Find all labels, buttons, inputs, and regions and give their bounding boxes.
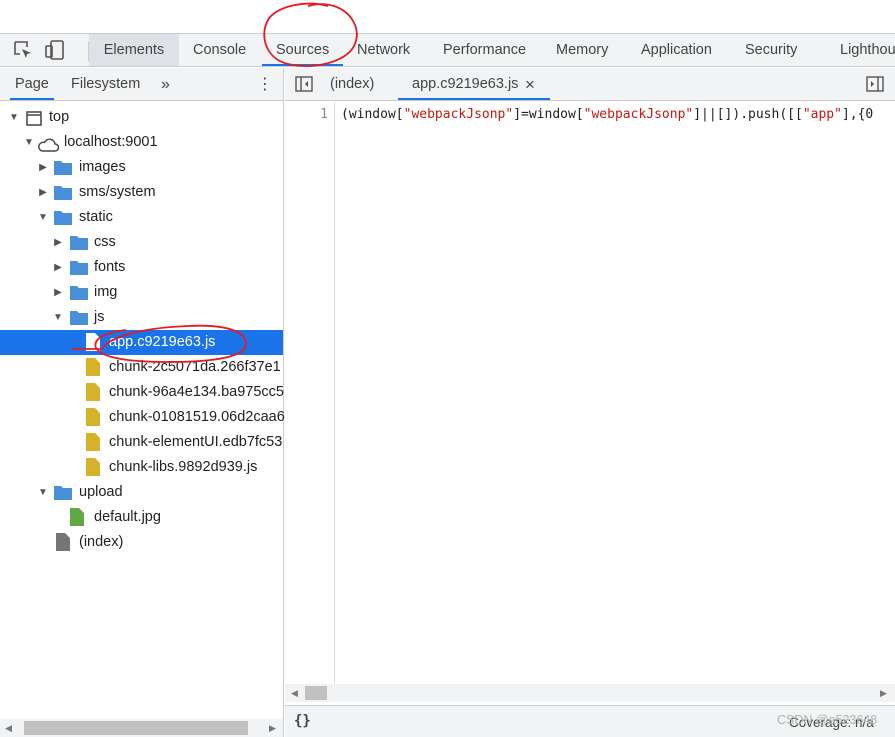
- tree-item-top[interactable]: ▼ top: [0, 105, 283, 130]
- code-string: "app": [802, 107, 842, 122]
- toggle-navigator-icon[interactable]: [295, 76, 313, 97]
- watermark-text: CSDN @a523648: [777, 713, 878, 727]
- scroll-left-arrow-icon[interactable]: ◀: [5, 723, 12, 734]
- tree-item-images[interactable]: ▶ images: [0, 155, 283, 180]
- window-top-area: [0, 0, 895, 34]
- pretty-print-button[interactable]: {}: [294, 713, 311, 729]
- editor-tabbar: (index) app.c9219e63.js ×: [285, 68, 895, 101]
- tree-item-label: chunk-01081519.06d2caa6: [109, 409, 285, 425]
- tree-item-label: default.jpg: [94, 509, 161, 525]
- tab-elements[interactable]: Elements: [89, 34, 179, 66]
- scroll-right-arrow-icon[interactable]: ▶: [269, 723, 276, 734]
- close-tab-icon[interactable]: ×: [525, 68, 535, 100]
- collapsed-arrow-icon[interactable]: ▶: [38, 155, 48, 180]
- tree-item-default-jpg[interactable]: default.jpg: [0, 505, 283, 530]
- code-line[interactable]: (window["webpackJsonp"]=window["webpackJ…: [341, 107, 895, 122]
- tree-item-index[interactable]: (index): [0, 530, 283, 555]
- tree-item-label: app.c9219e63.js: [109, 334, 216, 350]
- tree-item-label: js: [94, 309, 105, 325]
- tab-memory[interactable]: Memory: [556, 34, 608, 66]
- collapsed-arrow-icon[interactable]: ▶: [38, 180, 48, 205]
- tree-item-label: localhost:9001: [64, 134, 158, 150]
- tree-item-label: chunk-elementUI.edb7fc53: [109, 434, 283, 450]
- tab-sources[interactable]: Sources: [262, 34, 344, 66]
- tree-item-img[interactable]: ▶ img: [0, 280, 283, 305]
- tree-item-label: sms/system: [79, 184, 156, 200]
- expanded-arrow-icon[interactable]: ▼: [38, 480, 48, 505]
- code-punct: ]||[]).push([[: [693, 107, 803, 122]
- devtools-main-tabbar: Elements Console Sources Network Perform…: [0, 34, 895, 67]
- scroll-left-arrow-icon[interactable]: ◀: [291, 688, 298, 699]
- tab-performance[interactable]: Performance: [443, 34, 526, 66]
- expanded-arrow-icon[interactable]: ▼: [24, 130, 34, 155]
- editor-statusbar: {} Coverage: n/a CSDN @a523648: [285, 705, 895, 737]
- tab-page[interactable]: Page: [10, 68, 54, 100]
- tab-network[interactable]: Network: [357, 34, 410, 66]
- tree-item-label: upload: [79, 484, 123, 500]
- sources-navigator: Page Filesystem » ⋮ ▼ top ▼ localhost:90…: [0, 68, 285, 737]
- navigator-tabbar: Page Filesystem » ⋮: [0, 68, 283, 101]
- scroll-right-arrow-icon[interactable]: ▶: [880, 688, 887, 699]
- tree-item-label: images: [79, 159, 126, 175]
- expanded-arrow-icon[interactable]: ▼: [9, 105, 19, 130]
- scrollbar-thumb[interactable]: [305, 686, 327, 700]
- file-tree: ▼ top ▼ localhost:9001 ▶ images ▶ sms/sy…: [0, 105, 285, 555]
- tab-security[interactable]: Security: [745, 34, 797, 66]
- tree-item-upload[interactable]: ▼ upload: [0, 480, 283, 505]
- tab-filesystem[interactable]: Filesystem: [71, 68, 140, 100]
- toggle-debugger-icon[interactable]: [866, 76, 884, 97]
- tree-item-label: (index): [79, 534, 124, 550]
- expanded-arrow-icon[interactable]: ▼: [53, 305, 63, 330]
- device-toolbar-icon[interactable]: [44, 39, 66, 61]
- tree-item-label: top: [49, 109, 70, 125]
- tree-item-label: fonts: [94, 259, 126, 275]
- expanded-arrow-icon[interactable]: ▼: [38, 205, 48, 230]
- editor-tab-index[interactable]: (index): [330, 68, 374, 100]
- line-gutter: 1: [285, 102, 335, 684]
- collapsed-arrow-icon[interactable]: ▶: [53, 255, 63, 280]
- editor-horizontal-scrollbar[interactable]: ◀ ▶: [285, 684, 895, 702]
- collapsed-arrow-icon[interactable]: ▶: [53, 230, 63, 255]
- code-string: "webpackJsonp": [403, 107, 514, 122]
- scrollbar-thumb[interactable]: [24, 721, 248, 735]
- tree-item-label: chunk-libs.9892d939.js: [109, 459, 258, 475]
- document-file-icon: [56, 533, 70, 560]
- tree-item-static[interactable]: ▼ static: [0, 205, 283, 230]
- tree-item-label: img: [94, 284, 118, 300]
- tree-item-label: static: [79, 209, 113, 225]
- code-punct: (window[: [341, 107, 404, 122]
- code-string: "webpackJsonp": [583, 107, 694, 122]
- code-punct: ]=window[: [513, 107, 584, 122]
- tree-item-localhost[interactable]: ▼ localhost:9001: [0, 130, 283, 155]
- tree-item-chunk-01081519[interactable]: chunk-01081519.06d2caa6: [0, 405, 285, 430]
- inspect-element-icon[interactable]: [12, 39, 34, 61]
- navigator-menu-icon[interactable]: ⋮: [257, 68, 273, 100]
- editor-tab-app-js[interactable]: app.c9219e63.js: [397, 68, 551, 100]
- tree-item-sms-system[interactable]: ▶ sms/system: [0, 180, 283, 205]
- tab-console[interactable]: Console: [193, 34, 246, 66]
- tree-item-label: chunk-2c5071da.266f37e1: [109, 359, 281, 375]
- tree-item-app-js[interactable]: app.c9219e63.js: [0, 330, 283, 355]
- tree-item-fonts[interactable]: ▶ fonts: [0, 255, 283, 280]
- tree-item-js[interactable]: ▼ js: [0, 305, 283, 330]
- navigator-horizontal-scrollbar[interactable]: ◀ ▶: [0, 719, 283, 737]
- code-punct: ],{0: [841, 107, 874, 122]
- tab-lighthouse[interactable]: Lighthou: [840, 34, 895, 66]
- tree-item-label: css: [94, 234, 116, 250]
- more-tabs-icon[interactable]: »: [161, 68, 170, 100]
- tree-item-chunk-2c5071da[interactable]: chunk-2c5071da.266f37e1: [0, 355, 283, 380]
- collapsed-arrow-icon[interactable]: ▶: [53, 280, 63, 305]
- tree-item-chunk-libs[interactable]: chunk-libs.9892d939.js: [0, 455, 283, 480]
- line-number: 1: [320, 107, 328, 122]
- tree-item-chunk-96a4e134[interactable]: chunk-96a4e134.ba975cc5: [0, 380, 284, 405]
- tree-item-label: chunk-96a4e134.ba975cc5: [109, 384, 284, 400]
- tree-item-css[interactable]: ▶ css: [0, 230, 283, 255]
- tab-application[interactable]: Application: [641, 34, 712, 66]
- tree-item-chunk-elementui[interactable]: chunk-elementUI.edb7fc53: [0, 430, 283, 455]
